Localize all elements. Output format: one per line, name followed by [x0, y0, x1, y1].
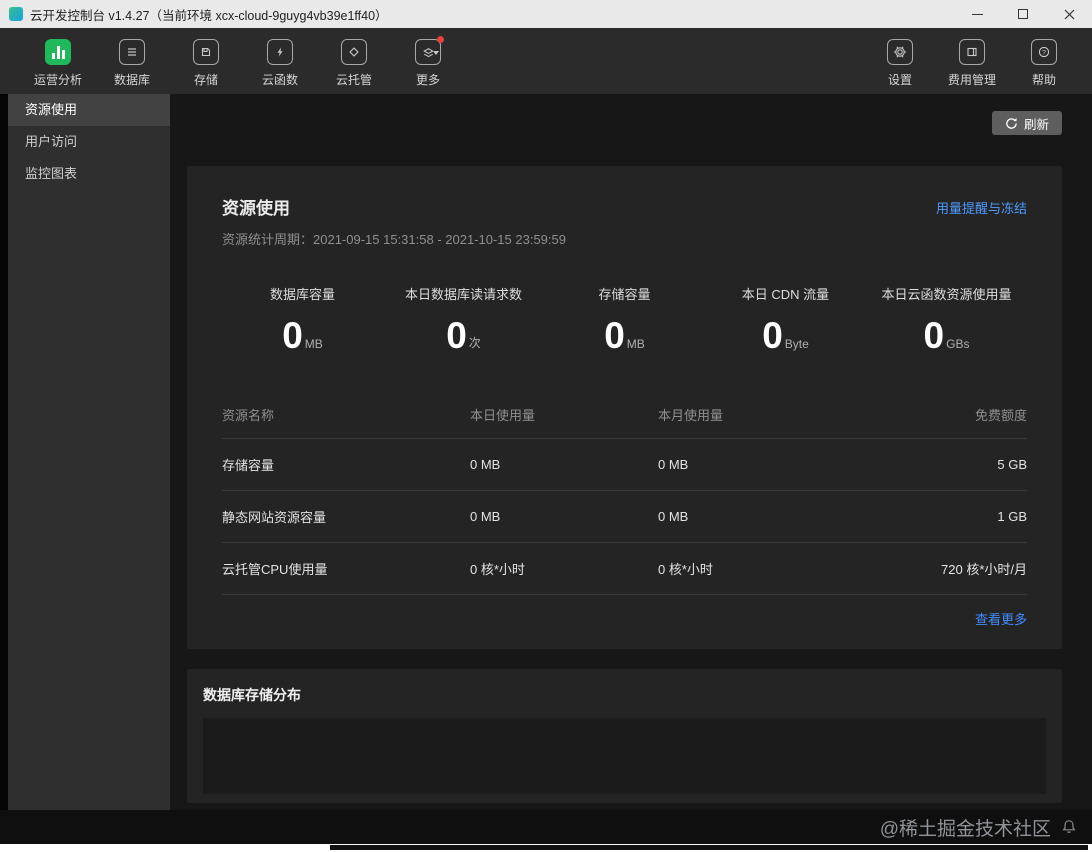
- toolbar-item-database[interactable]: 数据库: [108, 39, 156, 88]
- stat-unit: MB: [626, 337, 645, 352]
- col-header: 本日使用量: [470, 408, 536, 424]
- storage-icon: [193, 39, 220, 65]
- cloud-function-icon: [267, 39, 294, 65]
- toolbar-item-settings[interactable]: 设置: [876, 39, 924, 88]
- refresh-button[interactable]: 刷新: [991, 111, 1062, 135]
- resource-table: 资源名称 本日使用量 本月使用量 免费额度 存储容量 0 MB 0 MB 5 G…: [222, 397, 1027, 633]
- table-header-row: 资源名称 本日使用量 本月使用量 免费额度: [222, 397, 1027, 440]
- notification-badge-dot: [437, 36, 445, 43]
- cell-month-usage: 0 核*小时: [658, 562, 713, 578]
- minimize-icon: [971, 13, 983, 15]
- stat-storage-capacity: 存储容量 0 MB: [598, 287, 651, 356]
- stat-value: 0: [604, 315, 625, 356]
- resource-usage-card: 资源使用 资源统计周期：2021-09-15 15:31:58 - 2021-1…: [187, 166, 1062, 650]
- cell-resource-name: 存储容量: [222, 458, 275, 474]
- cell-free-quota: 720 核*小时/月: [941, 562, 1027, 578]
- svg-text:?: ?: [1042, 49, 1046, 56]
- billing-icon: [958, 39, 985, 65]
- toolbar-item-help[interactable]: ? 帮助: [1020, 39, 1068, 88]
- refresh-label: 刷新: [1023, 117, 1049, 132]
- cell-resource-name: 云托管CPU使用量: [222, 562, 328, 578]
- cell-today-usage: 0 MB: [470, 457, 501, 473]
- app-logo-icon: [9, 7, 23, 21]
- stat-unit: Byte: [784, 337, 809, 352]
- more-layers-icon: [415, 36, 445, 65]
- stat-cdn-traffic: 本日 CDN 流量 0 Byte: [741, 287, 830, 356]
- toolbar-item-more[interactable]: 更多: [404, 36, 452, 88]
- db-storage-chart-area: [203, 718, 1046, 795]
- col-header: 资源名称: [222, 408, 275, 424]
- stat-period: 资源统计周期：2021-09-15 15:31:58 - 2021-10-15 …: [222, 232, 566, 247]
- stat-db-read-requests: 本日数据库读请求数 0次: [404, 287, 522, 356]
- stat-value: 0: [282, 315, 303, 356]
- stat-value: 0: [923, 315, 945, 356]
- gear-icon: [886, 39, 913, 65]
- table-row: 静态网站资源容量 0 MB 0 MB 1 GB: [222, 491, 1027, 544]
- sidebar: 资源使用 用户访问 监控图表: [8, 94, 170, 810]
- toolbar-item-cloud-hosting[interactable]: 云托管: [330, 39, 378, 88]
- db-storage-card-title: 数据库存储分布: [203, 687, 301, 704]
- toolbar-item-cloud-function[interactable]: 云函数: [256, 39, 304, 88]
- bottom-edge-strip: [0, 844, 1092, 852]
- stats-row: 数据库容量 0 MB 本日数据库读请求数 0次 存储容量 0 MB 本日 CDN 流…: [222, 284, 1027, 356]
- toolbar-right: 设置 费用管理 ? 帮助: [876, 39, 1068, 88]
- cell-today-usage: 0 MB: [470, 509, 501, 525]
- sidebar-item-resource-usage[interactable]: 资源使用: [8, 94, 170, 126]
- table-row: 云托管CPU使用量 0 核*小时 0 核*小时 720 核*小时/月: [222, 543, 1027, 596]
- stat-database-capacity: 数据库容量 0 MB: [269, 287, 335, 356]
- stat-unit: 次: [468, 336, 481, 351]
- titlebar-left: 云开发控制台 v1.4.27（当前环境 xcx-cloud-9guyg4vb39…: [0, 5, 388, 24]
- more-row: 查看更多: [222, 595, 1027, 633]
- watermark-text: @稀土掘金技术社区: [879, 818, 1051, 840]
- col-header: 本月使用量: [658, 408, 724, 424]
- cell-resource-name: 静态网站资源容量: [222, 510, 327, 526]
- close-icon: [1064, 9, 1074, 19]
- cell-free-quota: 5 GB: [997, 457, 1027, 473]
- sidebar-item-user-access[interactable]: 用户访问: [8, 126, 170, 158]
- toolbar: 运营分析 数据库 存储 云函数 云托管 更多 设置 费用管理 ? 帮助: [0, 28, 1092, 94]
- window-title: 云开发控制台 v1.4.27（当前环境 xcx-cloud-9guyg4vb39…: [30, 8, 388, 23]
- stat-value: 0: [446, 315, 467, 356]
- cell-month-usage: 0 MB: [658, 457, 689, 473]
- database-icon: [119, 39, 146, 65]
- toolbar-item-analytics[interactable]: 运营分析: [34, 39, 82, 88]
- stat-unit: MB: [304, 337, 323, 352]
- col-header: 免费额度: [974, 408, 1027, 424]
- card-title: 资源使用: [222, 199, 290, 218]
- card-head-left: 资源使用 资源统计周期：2021-09-15 15:31:58 - 2021-1…: [222, 194, 566, 248]
- db-storage-card: 数据库存储分布: [187, 669, 1062, 804]
- bottom-edge-bar: [330, 845, 1088, 850]
- bell-icon: [1062, 820, 1076, 833]
- cell-today-usage: 0 核*小时: [470, 562, 525, 578]
- card-head: 资源使用 资源统计周期：2021-09-15 15:31:58 - 2021-1…: [222, 194, 1027, 248]
- stat-cloud-function-usage: 本日云函数资源使用量 0 GBs: [881, 287, 1012, 356]
- left-edge-strip: [0, 94, 8, 810]
- toolbar-item-storage[interactable]: 存储: [182, 39, 230, 88]
- refresh-icon: [1006, 117, 1017, 129]
- minimize-button[interactable]: [954, 0, 1000, 28]
- window-controls: [954, 0, 1092, 28]
- help-icon: ?: [1031, 39, 1057, 65]
- main-content: 刷新 资源使用 资源统计周期：2021-09-15 15:31:58 - 202…: [170, 94, 1092, 810]
- cell-free-quota: 1 GB: [997, 509, 1027, 525]
- toolbar-item-billing[interactable]: 费用管理: [948, 39, 996, 88]
- stat-value: 0: [762, 315, 783, 356]
- view-more-link[interactable]: 查看更多: [975, 612, 1027, 627]
- app-window: 云开发控制台 v1.4.27（当前环境 xcx-cloud-9guyg4vb39…: [0, 0, 1092, 852]
- bottom-bar: @稀土掘金技术社区: [0, 810, 1092, 844]
- stat-unit: GBs: [946, 337, 970, 352]
- caret-down-icon: [433, 51, 440, 55]
- app-body: 资源使用 用户访问 监控图表 刷新 资源使用 资源统计周期：2021-09-15…: [0, 94, 1092, 810]
- analytics-icon: [45, 39, 71, 65]
- close-button[interactable]: [1046, 0, 1092, 28]
- cloud-hosting-icon: [341, 39, 368, 65]
- titlebar: 云开发控制台 v1.4.27（当前环境 xcx-cloud-9guyg4vb39…: [0, 0, 1092, 28]
- usage-alert-link[interactable]: 用量提醒与冻结: [936, 198, 1027, 217]
- table-row: 存储容量 0 MB 0 MB 5 GB: [222, 439, 1027, 492]
- cell-month-usage: 0 MB: [658, 509, 689, 525]
- sidebar-item-monitor-charts[interactable]: 监控图表: [8, 158, 170, 190]
- maximize-icon: [1018, 9, 1028, 19]
- maximize-button[interactable]: [1000, 0, 1046, 28]
